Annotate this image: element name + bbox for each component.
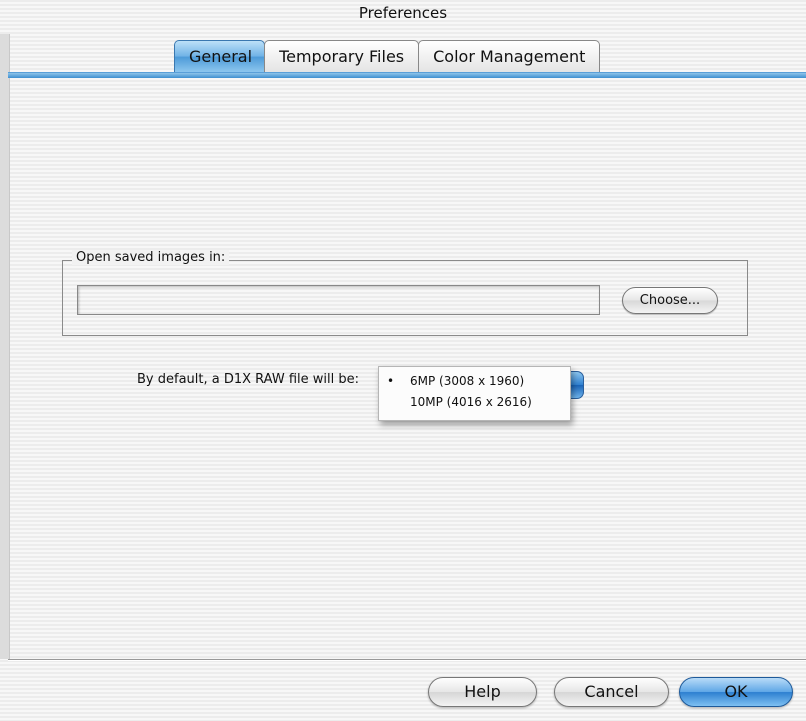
tab-temporary-files[interactable]: Temporary Files: [264, 40, 420, 72]
selected-bullet-icon: •: [387, 374, 395, 388]
help-button[interactable]: Help: [428, 677, 537, 707]
footer-divider: [8, 659, 806, 661]
default-raw-label: By default, a D1X RAW file will be:: [137, 372, 360, 387]
menu-item-label: 10MP (4016 x 2616): [410, 395, 532, 409]
raw-size-popup-menu: • 6MP (3008 x 1960) 10MP (4016 x 2616): [378, 366, 571, 421]
choose-button[interactable]: Choose...: [622, 287, 718, 314]
cancel-button[interactable]: Cancel: [554, 677, 669, 707]
ok-button[interactable]: OK: [679, 677, 793, 707]
menu-item-10mp[interactable]: 10MP (4016 x 2616): [379, 392, 570, 413]
window-title: Preferences: [358, 4, 448, 22]
tab-color-management[interactable]: Color Management: [418, 40, 601, 72]
open-saved-path-field[interactable]: [77, 285, 600, 315]
tab-general[interactable]: General: [174, 40, 266, 72]
preferences-window: Preferences General Temporary Files Colo…: [0, 0, 806, 721]
window-left-edge: [0, 34, 10, 659]
tab-bar: General Temporary Files Color Management: [174, 40, 601, 74]
menu-item-label: 6MP (3008 x 1960): [410, 374, 525, 388]
open-saved-images-label: Open saved images in:: [72, 250, 230, 265]
menu-item-6mp[interactable]: • 6MP (3008 x 1960): [379, 371, 570, 392]
